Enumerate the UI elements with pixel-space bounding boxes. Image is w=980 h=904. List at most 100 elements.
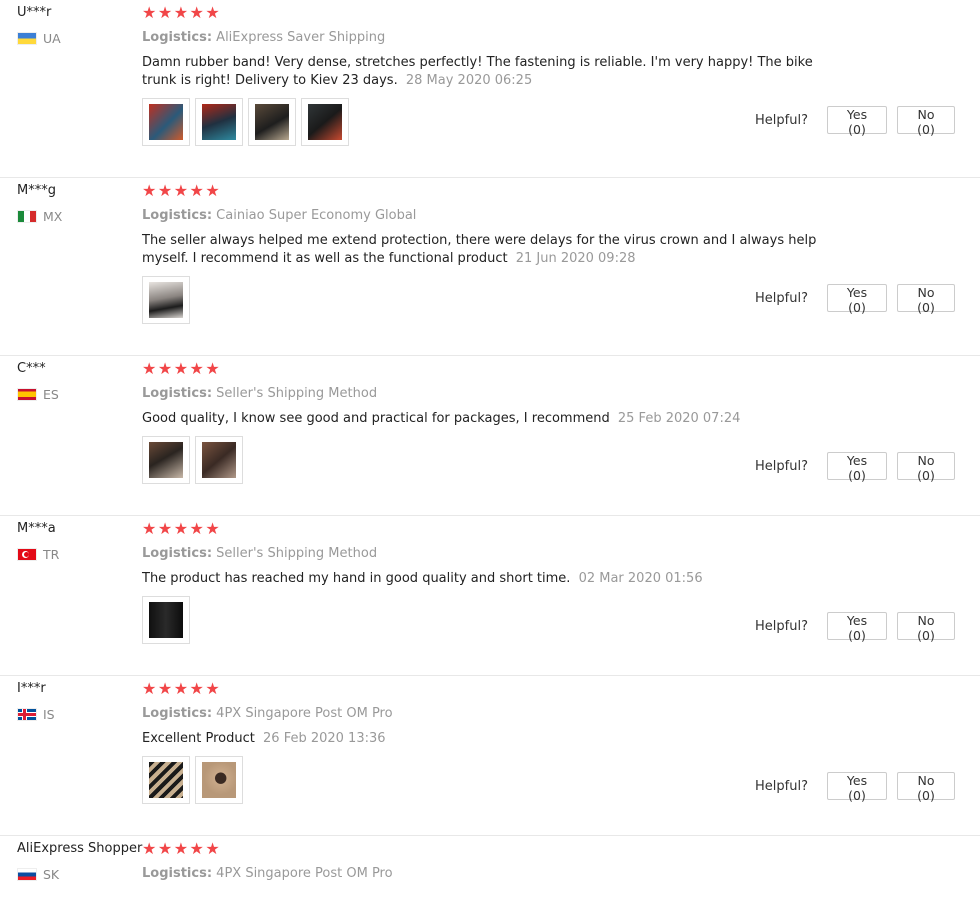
review-date: 26 Feb 2020 13:36 <box>263 731 386 746</box>
reviewer-country: UA <box>17 31 61 46</box>
review-photo-thumbnail[interactable] <box>142 596 190 644</box>
country-code: UA <box>43 31 61 46</box>
flag-es-icon <box>17 388 37 401</box>
review-photos <box>142 756 243 804</box>
helpful-label: Helpful? <box>755 778 808 794</box>
flag-ua-icon <box>17 32 37 45</box>
helpful-vote: Helpful? Yes (0) No (0) <box>755 284 955 315</box>
country-code: SK <box>43 867 60 882</box>
logistics-info: Logistics: Seller's Shipping Method <box>142 546 377 561</box>
logistics-info: Logistics: Seller's Shipping Method <box>142 386 377 401</box>
review-text: Damn rubber band! Very dense, stretches … <box>142 54 842 90</box>
star-rating: ★★★★★ <box>142 181 222 200</box>
helpful-label: Helpful? <box>755 618 808 634</box>
helpful-label: Helpful? <box>755 458 808 474</box>
helpful-label: Helpful? <box>755 112 808 128</box>
reviewer-country: IS <box>17 707 55 722</box>
review-body: The product has reached my hand in good … <box>142 571 571 586</box>
helpful-yes-button[interactable]: Yes (0) <box>827 452 887 483</box>
reviewer-name: M***a <box>17 521 56 536</box>
logistics-info: Logistics: 4PX Singapore Post OM Pro <box>142 866 393 881</box>
country-code: ES <box>43 387 59 402</box>
review-item: AliExpress Shopper SK ★★★★★ Logistics: 4… <box>0 836 980 904</box>
logistics-method: Seller's Shipping Method <box>216 546 378 561</box>
review-photo-thumbnail[interactable] <box>301 98 349 146</box>
logistics-label: Logistics: <box>142 30 213 45</box>
logistics-label: Logistics: <box>142 706 213 721</box>
logistics-method: 4PX Singapore Post OM Pro <box>216 866 393 881</box>
review-photos <box>142 436 243 484</box>
review-date: 21 Jun 2020 09:28 <box>515 251 636 266</box>
reviewer-country: MX <box>17 209 62 224</box>
country-code: MX <box>43 209 63 224</box>
logistics-info: Logistics: AliExpress Saver Shipping <box>142 30 385 45</box>
review-photo-thumbnail[interactable] <box>142 276 190 324</box>
review-body: Excellent Product <box>142 731 255 746</box>
helpful-vote: Helpful? Yes (0) No (0) <box>755 106 955 137</box>
logistics-method: Seller's Shipping Method <box>216 386 378 401</box>
logistics-info: Logistics: 4PX Singapore Post OM Pro <box>142 706 393 721</box>
review-photo-thumbnail[interactable] <box>142 436 190 484</box>
review-photos <box>142 596 190 644</box>
logistics-label: Logistics: <box>142 386 213 401</box>
review-date: 25 Feb 2020 07:24 <box>617 411 741 426</box>
logistics-label: Logistics: <box>142 546 213 561</box>
helpful-no-button[interactable]: No (0) <box>897 772 955 803</box>
helpful-no-button[interactable]: No (0) <box>897 284 955 315</box>
review-item: U***r UA ★★★★★ Logistics: AliExpress Sav… <box>0 0 980 178</box>
flag-sk-icon <box>17 868 37 881</box>
review-photo-thumbnail[interactable] <box>248 98 296 146</box>
review-photo-thumbnail[interactable] <box>142 98 190 146</box>
review-photos <box>142 98 349 146</box>
logistics-label: Logistics: <box>142 866 213 881</box>
review-date: 28 May 2020 06:25 <box>405 73 533 88</box>
star-rating: ★★★★★ <box>142 3 222 22</box>
reviewer-country: SK <box>17 867 59 882</box>
logistics-method: 4PX Singapore Post OM Pro <box>216 706 393 721</box>
review-text: Excellent Product 26 Feb 2020 13:36 <box>142 730 842 748</box>
reviewer-name: AliExpress Shopper <box>17 841 143 856</box>
review-photo-thumbnail[interactable] <box>195 436 243 484</box>
country-code: IS <box>43 707 55 722</box>
reviewer-country: TR <box>17 547 59 562</box>
reviewer-name: M***g <box>17 183 56 198</box>
country-code: TR <box>43 547 60 562</box>
review-list: U***r UA ★★★★★ Logistics: AliExpress Sav… <box>0 0 980 904</box>
review-item: M***g MX ★★★★★ Logistics: Cainiao Super … <box>0 178 980 356</box>
review-item: C*** ES ★★★★★ Logistics: Seller's Shippi… <box>0 356 980 516</box>
helpful-no-button[interactable]: No (0) <box>897 106 955 137</box>
star-rating: ★★★★★ <box>142 679 222 698</box>
helpful-no-button[interactable]: No (0) <box>897 452 955 483</box>
review-date: 02 Mar 2020 01:56 <box>578 571 703 586</box>
review-text: The product has reached my hand in good … <box>142 570 842 588</box>
star-rating: ★★★★★ <box>142 519 222 538</box>
review-item: I***r IS ★★★★★ Logistics: 4PX Singapore … <box>0 676 980 836</box>
helpful-yes-button[interactable]: Yes (0) <box>827 612 887 643</box>
review-body: Good quality, I know see good and practi… <box>142 411 610 426</box>
review-text: The seller always helped me extend prote… <box>142 232 842 268</box>
flag-tr-icon <box>17 548 37 561</box>
review-photos <box>142 276 190 324</box>
review-photo-thumbnail[interactable] <box>142 756 190 804</box>
helpful-vote: Helpful? Yes (0) No (0) <box>755 612 955 643</box>
logistics-method: AliExpress Saver Shipping <box>216 30 386 45</box>
helpful-yes-button[interactable]: Yes (0) <box>827 772 887 803</box>
review-text: Good quality, I know see good and practi… <box>142 410 842 428</box>
helpful-vote: Helpful? Yes (0) No (0) <box>755 452 955 483</box>
flag-is-icon <box>17 708 37 721</box>
helpful-yes-button[interactable]: Yes (0) <box>827 284 887 315</box>
review-item: M***a TR ★★★★★ Logistics: Seller's Shipp… <box>0 516 980 676</box>
flag-mx-icon <box>17 210 37 223</box>
review-photo-thumbnail[interactable] <box>195 756 243 804</box>
reviewer-name: C*** <box>17 361 46 376</box>
helpful-label: Helpful? <box>755 290 808 306</box>
star-rating: ★★★★★ <box>142 359 222 378</box>
reviewer-name: I***r <box>17 681 46 696</box>
star-rating: ★★★★★ <box>142 839 222 858</box>
logistics-method: Cainiao Super Economy Global <box>216 208 417 223</box>
review-body: The seller always helped me extend prote… <box>142 233 817 266</box>
reviewer-name: U***r <box>17 5 52 20</box>
helpful-no-button[interactable]: No (0) <box>897 612 955 643</box>
helpful-yes-button[interactable]: Yes (0) <box>827 106 887 137</box>
review-photo-thumbnail[interactable] <box>195 98 243 146</box>
